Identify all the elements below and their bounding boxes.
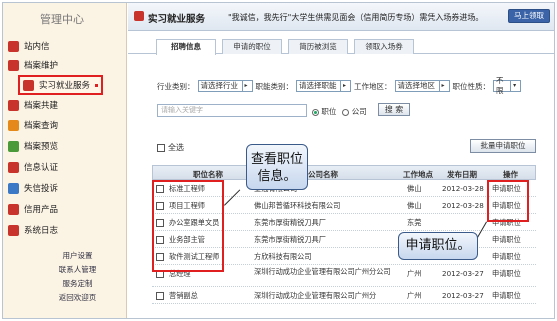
sidebar-item-archive-query[interactable]: 档案查询 bbox=[8, 117, 58, 133]
radio-unchecked-icon bbox=[342, 108, 350, 116]
sidebar-item-archive-cobuild[interactable]: 档案共建 bbox=[8, 97, 58, 113]
log-icon bbox=[8, 224, 19, 236]
sidebar-link-user-settings[interactable]: 用户设置 bbox=[40, 250, 115, 261]
radio-company[interactable]: 公司 bbox=[342, 106, 367, 117]
chevron-right-icon: ▸ bbox=[438, 81, 447, 91]
header-bar: 实习就业服务 "我诚信，我先行"大学生供需见面会（信用简历专场）需凭入场券进场。… bbox=[128, 3, 554, 31]
job-type-select[interactable]: 请选择职能 ▸ bbox=[296, 80, 351, 92]
certificate-icon bbox=[8, 161, 19, 173]
select-all[interactable]: 全选 bbox=[157, 142, 184, 153]
row-checkbox[interactable] bbox=[156, 292, 164, 300]
sidebar-item-archive-maintain[interactable]: 档案维护 bbox=[8, 57, 58, 73]
sidebar-link-contacts[interactable]: 联系人管理 bbox=[40, 264, 115, 275]
mail-icon bbox=[8, 40, 19, 52]
search-type-radios: 职位 公司 bbox=[312, 106, 367, 117]
service-icon bbox=[134, 11, 144, 21]
tab-resume-viewed[interactable]: 简历被浏览 bbox=[288, 39, 348, 54]
sidebar-item-complaint[interactable]: 失信投诉 bbox=[8, 180, 58, 196]
table-header: 职位名称 公司名称 工作地点 发布日期 操作 bbox=[152, 165, 536, 180]
house-icon bbox=[23, 79, 34, 91]
nature-label: 职位性质： bbox=[452, 81, 491, 91]
filter-row: 行业类别： 请选择行业 ▸ 职能类别： 请选择职能 ▸ 工作地区： 请选择地区 ▸ 职… bbox=[157, 76, 521, 95]
chevron-down-icon: ▾ bbox=[510, 81, 518, 91]
complaint-icon bbox=[8, 182, 19, 194]
announcement-text: "我诚信，我先行"大学生供需见面会（信用简历专场）需凭入场券进场。 bbox=[228, 13, 484, 22]
card-icon bbox=[8, 203, 19, 215]
callout-view-info: 查看职位信息。 bbox=[246, 144, 308, 190]
job-type-label: 职能类别： bbox=[255, 81, 294, 91]
table-row: 营销副总 深圳行动成功企业管理有限公司广州分 广州 2012-03-27 申请职位 bbox=[152, 287, 536, 304]
industry-label: 行业类别： bbox=[157, 81, 195, 91]
sidebar-link-back-welcome[interactable]: 返回欢迎页 bbox=[40, 292, 115, 303]
industry-select[interactable]: 请选择行业 ▸ bbox=[197, 80, 253, 92]
batch-apply-button[interactable]: 批量申请职位 bbox=[470, 139, 536, 153]
sidebar-item-archive-preview[interactable]: 档案预览 bbox=[8, 138, 58, 154]
get-ticket-button[interactable]: 马上领取 bbox=[508, 9, 550, 23]
sidebar-item-credit-products[interactable]: 信用产品 bbox=[8, 201, 58, 217]
sidebar-item-internship-service[interactable]: 实习就业服务 bbox=[18, 75, 104, 95]
radio-job[interactable]: 职位 bbox=[312, 106, 336, 117]
sidebar-link-service-custom[interactable]: 服务定制 bbox=[40, 278, 115, 289]
chevron-right-icon: ▸ bbox=[340, 81, 348, 91]
area-label: 工作地区： bbox=[354, 81, 392, 91]
search-doc-icon bbox=[8, 119, 19, 131]
nature-select[interactable]: 不限 ▾ bbox=[493, 76, 521, 95]
search-button[interactable]: 搜 索 bbox=[378, 103, 410, 116]
job-name-highlight bbox=[152, 180, 224, 272]
apply-highlight bbox=[487, 180, 529, 222]
tab-applied-jobs[interactable]: 申请的职位 bbox=[222, 39, 282, 54]
radio-checked-icon bbox=[312, 108, 319, 116]
folder-icon bbox=[8, 59, 19, 71]
checkbox-icon bbox=[157, 143, 165, 152]
group-icon bbox=[8, 99, 19, 111]
preview-icon bbox=[8, 140, 19, 152]
sidebar-title: 管理中心 bbox=[40, 13, 84, 26]
sidebar-item-inbox[interactable]: 站内信 bbox=[8, 38, 50, 54]
new-badge-icon bbox=[95, 83, 99, 87]
area-select[interactable]: 请选择地区 ▸ bbox=[394, 80, 450, 92]
sidebar-item-system-log[interactable]: 系统日志 bbox=[8, 222, 58, 238]
tab-job-info[interactable]: 招聘信息 bbox=[156, 39, 216, 55]
page-title: 实习就业服务 bbox=[148, 14, 206, 25]
sidebar-item-verify[interactable]: 信息认证 bbox=[8, 159, 58, 175]
chevron-right-icon: ▸ bbox=[241, 81, 250, 91]
search-input[interactable]: 请输入关键字 bbox=[157, 104, 307, 117]
callout-apply: 申请职位。 bbox=[398, 232, 478, 260]
tab-bar: 招聘信息 申请的职位 简历被浏览 领取入场券 bbox=[128, 36, 554, 55]
tab-get-ticket[interactable]: 领取入场券 bbox=[354, 39, 414, 54]
